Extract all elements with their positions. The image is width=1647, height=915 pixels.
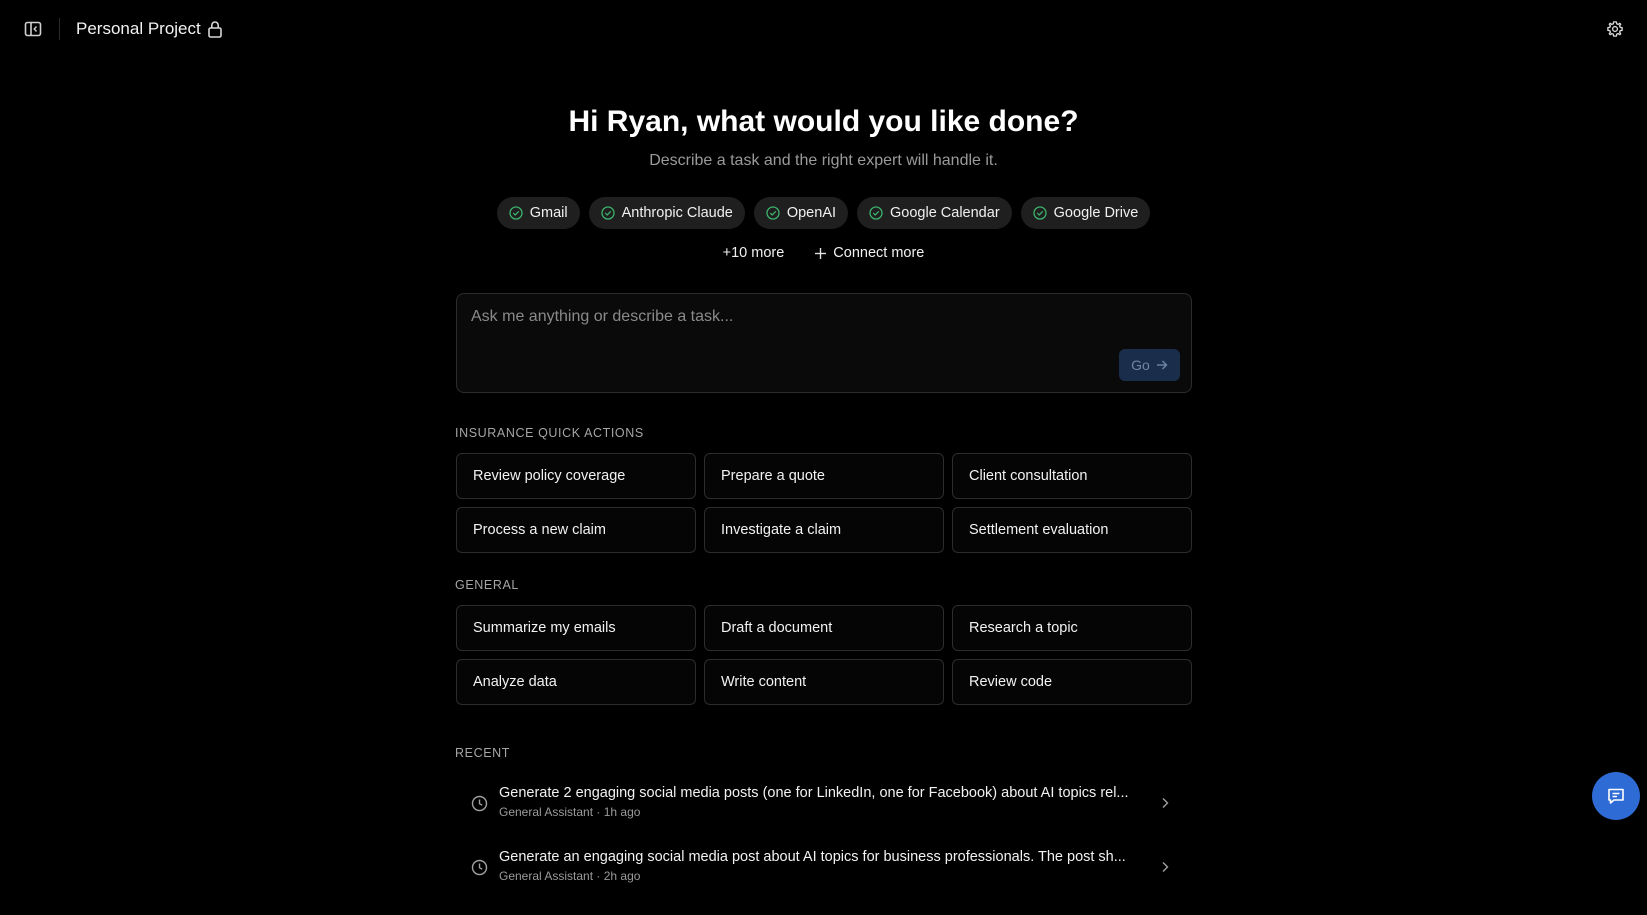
settings-gear-icon[interactable] (1606, 20, 1624, 38)
integration-chip-google-calendar[interactable]: Google Calendar (857, 197, 1012, 229)
integration-chip-label: Gmail (529, 205, 568, 221)
task-input-box: Go (456, 293, 1192, 393)
clock-icon (471, 795, 488, 812)
greeting-subtitle: Describe a task and the right expert wil… (649, 152, 998, 169)
plus-icon (815, 247, 827, 259)
chat-fab-button[interactable] (1592, 772, 1640, 820)
check-circle-icon (869, 206, 883, 220)
integration-chip-label: OpenAI (786, 205, 837, 221)
general-section-label: GENERAL (455, 578, 519, 592)
integration-chip-google-drive[interactable]: Google Drive (1020, 197, 1151, 229)
chat-message-icon (1608, 788, 1624, 804)
recent-item[interactable]: Generate 2 engaging social media posts (… (456, 776, 1192, 830)
integration-chip-gmail[interactable]: Gmail (496, 197, 580, 229)
chevron-right-icon (1162, 862, 1169, 872)
check-circle-icon (1033, 206, 1047, 220)
quick-action-write-content[interactable]: Write content (704, 659, 944, 705)
integration-chips: Gmail Anthropic Claude OpenAI Google Cal… (0, 197, 1647, 229)
quick-action-research-topic[interactable]: Research a topic (952, 605, 1192, 651)
arrow-right-icon (1156, 360, 1168, 370)
project-title[interactable]: Personal Project (76, 18, 201, 40)
check-circle-icon (600, 206, 615, 220)
quick-action-review-policy-coverage[interactable]: Review policy coverage (456, 453, 696, 499)
integration-chip-anthropic-claude[interactable]: Anthropic Claude (588, 197, 745, 229)
insurance-actions-grid: Review policy coverage Prepare a quote C… (456, 453, 1192, 553)
quick-action-settlement-evaluation[interactable]: Settlement evaluation (952, 507, 1192, 553)
quick-action-review-code[interactable]: Review code (952, 659, 1192, 705)
task-input[interactable] (469, 304, 1169, 330)
quick-action-summarize-emails[interactable]: Summarize my emails (456, 605, 696, 651)
go-button-label: Go (1131, 357, 1150, 373)
recent-item-meta: General Assistant · 1h ago (499, 805, 641, 819)
recent-item[interactable]: Generate an engaging social media post a… (456, 840, 1192, 894)
chevron-right-icon (1162, 798, 1169, 808)
quick-action-prepare-quote[interactable]: Prepare a quote (704, 453, 944, 499)
recent-section-label: RECENT (455, 746, 510, 760)
lock-icon[interactable] (207, 20, 223, 38)
sidebar-toggle-icon[interactable] (24, 21, 42, 37)
integration-chip-openai[interactable]: OpenAI (753, 197, 849, 229)
more-integrations-link[interactable]: +10 more (723, 242, 785, 264)
connect-more-label: Connect more (833, 245, 925, 261)
integration-chip-label: Google Calendar (890, 205, 1000, 221)
quick-action-process-new-claim[interactable]: Process a new claim (456, 507, 696, 553)
top-bar: Personal Project (0, 0, 1647, 58)
check-circle-icon (766, 206, 780, 220)
go-button[interactable]: Go (1119, 349, 1180, 381)
recent-item-title: Generate 2 engaging social media posts (… (499, 785, 1129, 801)
integration-chip-label: Anthropic Claude (621, 205, 733, 221)
quick-action-analyze-data[interactable]: Analyze data (456, 659, 696, 705)
recent-item-meta: General Assistant · 2h ago (499, 869, 641, 883)
recent-item-title: Generate an engaging social media post a… (499, 849, 1126, 865)
check-circle-icon (509, 206, 523, 220)
clock-icon (471, 859, 488, 876)
quick-action-draft-document[interactable]: Draft a document (704, 605, 944, 651)
integrations-more-row: +10 more Connect more (0, 242, 1647, 264)
quick-action-client-consultation[interactable]: Client consultation (952, 453, 1192, 499)
integration-chip-label: Google Drive (1053, 205, 1139, 221)
general-actions-grid: Summarize my emails Draft a document Res… (456, 605, 1192, 705)
connect-more-button[interactable]: Connect more (814, 242, 924, 264)
greeting-title: Hi Ryan, what would you like done? (568, 105, 1079, 138)
quick-action-investigate-claim[interactable]: Investigate a claim (704, 507, 944, 553)
topbar-divider (59, 18, 60, 40)
insurance-section-label: INSURANCE QUICK ACTIONS (455, 426, 644, 440)
